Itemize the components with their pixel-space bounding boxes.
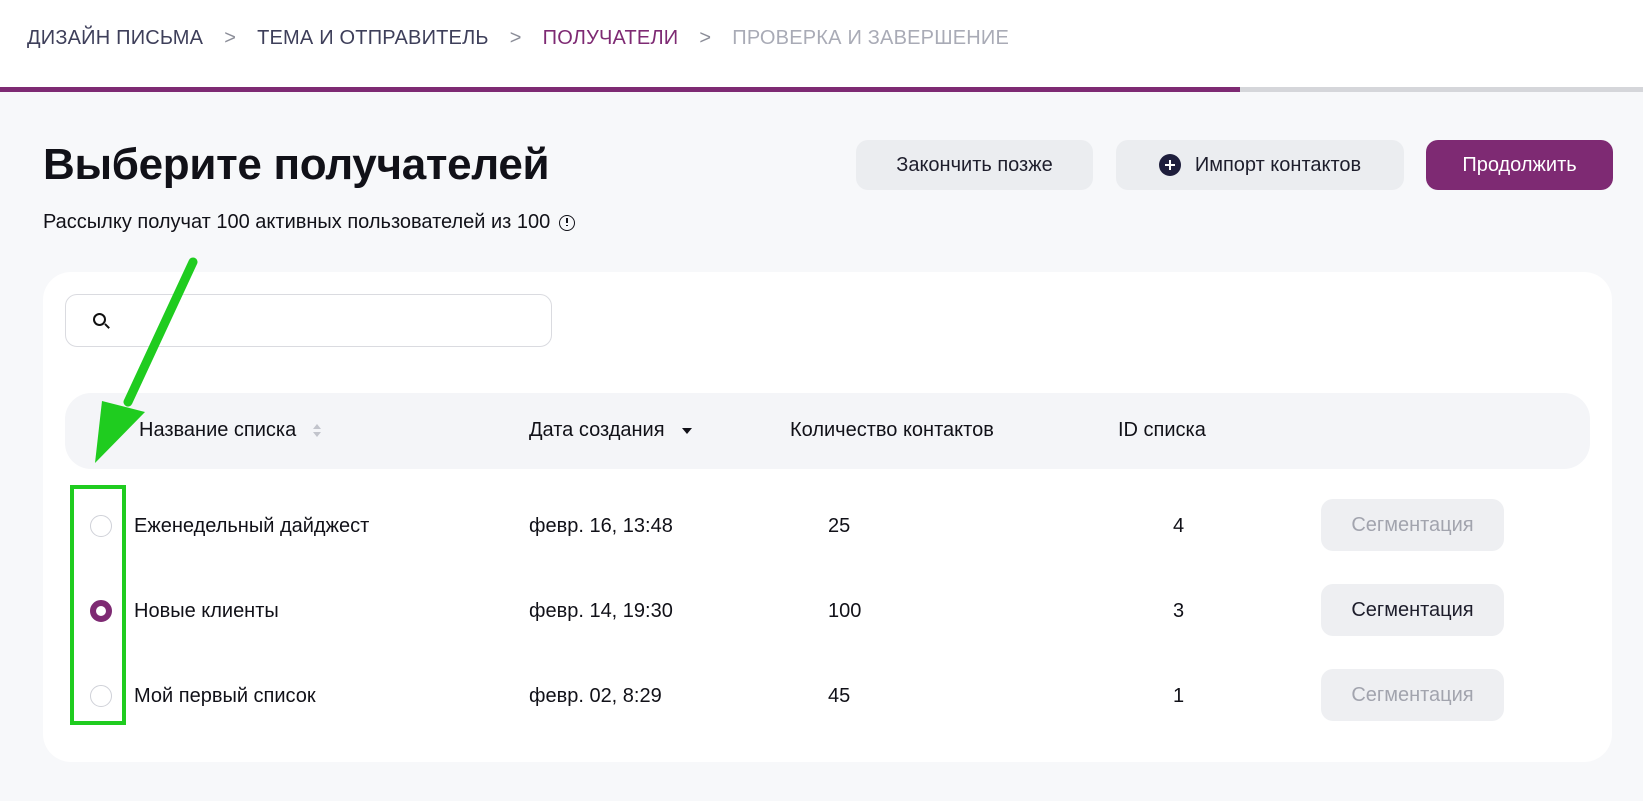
list-created: февр. 14, 19:30 <box>529 600 673 622</box>
wizard-progress-bar <box>0 87 1643 92</box>
column-name-label: Название списка <box>139 419 297 441</box>
sort-desc-icon[interactable] <box>681 427 692 434</box>
annotation-highlight-box <box>70 485 126 725</box>
list-count: 100 <box>828 600 862 622</box>
step-design[interactable]: ДИЗАЙН ПИСЬМА <box>27 27 203 50</box>
column-id-label: ID списка <box>1118 419 1206 441</box>
list-id: 4 <box>1173 515 1185 537</box>
list-id: 1 <box>1173 685 1185 707</box>
list-count: 45 <box>828 685 851 707</box>
segmentation-button[interactable]: Сегментация <box>1321 584 1504 636</box>
sort-icon[interactable] <box>313 423 322 438</box>
column-count-label: Количество контактов <box>790 419 994 441</box>
list-created: февр. 02, 8:29 <box>529 685 662 707</box>
step-recipients[interactable]: ПОЛУЧАТЕЛИ <box>543 27 679 50</box>
chevron-right-icon: > <box>699 26 712 49</box>
table-row[interactable]: Еженедельный дайджест февр. 16, 13:48 25… <box>43 483 1612 569</box>
segmentation-button: Сегментация <box>1321 499 1504 551</box>
page-title: Выберите получателей <box>43 140 550 189</box>
column-created-label: Дата создания <box>529 419 665 441</box>
chevron-right-icon: > <box>224 26 237 49</box>
column-header-id: ID списка <box>1118 419 1206 442</box>
list-name: Мой первый список <box>134 685 316 707</box>
list-count: 25 <box>828 515 851 537</box>
lists-card: Название списка Дата создания Количество… <box>43 272 1612 762</box>
search-box[interactable] <box>65 294 552 347</box>
wizard-steps: ДИЗАЙН ПИСЬМА > ТЕМА И ОТПРАВИТЕЛЬ > ПОЛ… <box>27 26 1009 50</box>
step-review-finish: ПРОВЕРКА И ЗАВЕРШЕНИЕ <box>732 26 1010 49</box>
column-header-count: Количество контактов <box>790 419 994 442</box>
table-header: Название списка Дата создания Количество… <box>65 393 1590 469</box>
continue-button[interactable]: Продолжить <box>1426 140 1613 190</box>
chevron-right-icon: > <box>509 26 522 49</box>
list-created: февр. 16, 13:48 <box>529 515 673 537</box>
finish-later-button[interactable]: Закончить позже <box>856 140 1093 190</box>
list-name: Новые клиенты <box>134 600 279 622</box>
search-icon <box>93 313 106 326</box>
table-row[interactable]: Мой первый список февр. 02, 8:29 45 1 Се… <box>43 653 1612 739</box>
import-contacts-label: Импорт контактов <box>1194 153 1362 176</box>
wizard-progress-fill <box>0 87 1241 92</box>
recipients-summary-text: Рассылку получат 100 активных пользовате… <box>43 211 551 233</box>
column-header-name[interactable]: Название списка <box>139 419 322 442</box>
segmentation-button: Сегментация <box>1321 669 1504 721</box>
list-name: Еженедельный дайджест <box>134 515 370 537</box>
table-row[interactable]: Новые клиенты февр. 14, 19:30 100 3 Сегм… <box>43 568 1612 654</box>
plus-circle-icon <box>1158 154 1181 176</box>
info-icon[interactable] <box>559 214 576 231</box>
column-header-created[interactable]: Дата создания <box>529 419 692 442</box>
search-input[interactable] <box>118 305 538 337</box>
wizard-header: ДИЗАЙН ПИСЬМА > ТЕМА И ОТПРАВИТЕЛЬ > ПОЛ… <box>0 0 1643 88</box>
import-contacts-button[interactable]: Импорт контактов <box>1116 140 1404 190</box>
step-subject-sender[interactable]: ТЕМА И ОТПРАВИТЕЛЬ <box>257 27 489 50</box>
list-id: 3 <box>1173 600 1185 622</box>
recipients-summary: Рассылку получат 100 активных пользовате… <box>43 211 576 234</box>
